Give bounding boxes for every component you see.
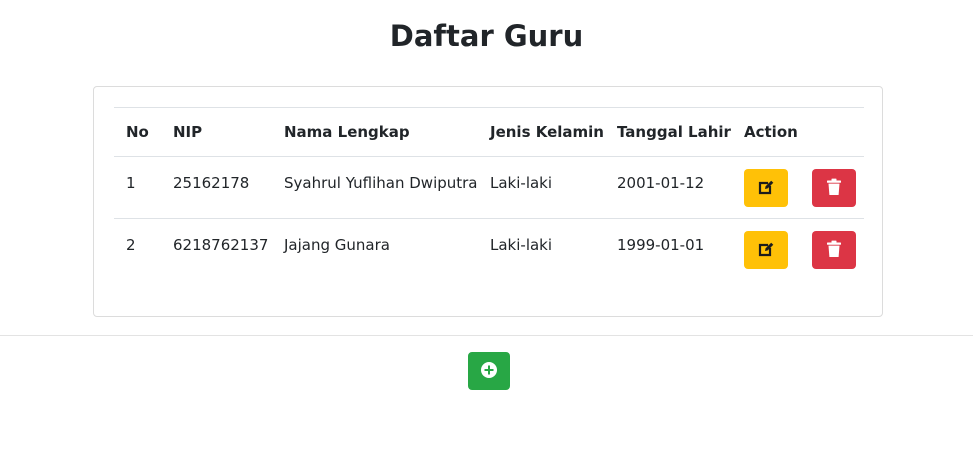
add-button-container bbox=[468, 352, 510, 390]
cell-tanggal-lahir: 1999-01-01 bbox=[605, 218, 732, 281]
plus-circle-icon bbox=[480, 361, 498, 382]
table-header-row: No NIP Nama Lengkap Jenis Kelamin Tangga… bbox=[114, 107, 864, 157]
add-teacher-button[interactable] bbox=[468, 352, 510, 390]
cell-no: 1 bbox=[114, 156, 161, 219]
teacher-table: No NIP Nama Lengkap Jenis Kelamin Tangga… bbox=[114, 107, 864, 281]
column-header-nama: Nama Lengkap bbox=[272, 107, 478, 157]
cell-no: 2 bbox=[114, 218, 161, 281]
edit-button[interactable] bbox=[744, 169, 788, 207]
column-header-tanggal-lahir: Tanggal Lahir bbox=[605, 107, 732, 157]
cell-nama: Jajang Gunara bbox=[272, 218, 478, 281]
table-row: 1 25162178 Syahrul Yuflihan Dwiputra Lak… bbox=[114, 156, 864, 219]
cell-nip: 6218762137 bbox=[161, 218, 272, 281]
cell-nama: Syahrul Yuflihan Dwiputra bbox=[272, 156, 478, 219]
column-header-jenis-kelamin: Jenis Kelamin bbox=[478, 107, 605, 157]
column-header-nip: NIP bbox=[161, 107, 272, 157]
section-divider bbox=[0, 335, 973, 336]
cell-actions bbox=[732, 156, 864, 219]
cell-jenis-kelamin: Laki-laki bbox=[478, 156, 605, 219]
table-row: 2 6218762137 Jajang Gunara Laki-laki 199… bbox=[114, 218, 864, 281]
edit-button[interactable] bbox=[744, 231, 788, 269]
edit-icon bbox=[757, 178, 775, 199]
trash-icon bbox=[826, 178, 842, 199]
cell-tanggal-lahir: 2001-01-12 bbox=[605, 156, 732, 219]
delete-button[interactable] bbox=[812, 231, 856, 269]
trash-icon bbox=[826, 240, 842, 261]
page-title: Daftar Guru bbox=[389, 19, 584, 53]
cell-jenis-kelamin: Laki-laki bbox=[478, 218, 605, 281]
edit-icon bbox=[757, 240, 775, 261]
cell-nip: 25162178 bbox=[161, 156, 272, 219]
page: Daftar Guru No NIP Nama Lengkap Jenis Ke… bbox=[0, 0, 973, 449]
cell-actions bbox=[732, 218, 864, 281]
column-header-no: No bbox=[114, 107, 161, 157]
teacher-table-card: No NIP Nama Lengkap Jenis Kelamin Tangga… bbox=[93, 86, 883, 317]
delete-button[interactable] bbox=[812, 169, 856, 207]
column-header-action: Action bbox=[732, 107, 864, 157]
